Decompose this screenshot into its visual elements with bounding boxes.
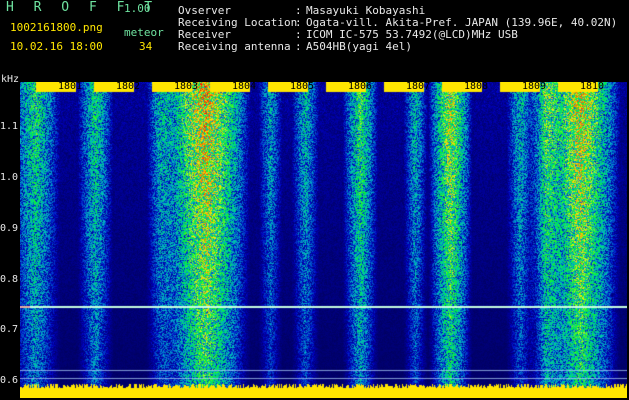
app-version: 1.00 [124,2,151,15]
meteor-label: meteor [124,26,164,39]
x-tick-label: 1805 [290,81,315,92]
x-tick-label: 1810 [580,81,605,92]
header-panel: H R O F F T 1.00 1002161800.png meteor 1… [0,0,629,78]
y-tick-label: 0.7 [0,324,19,335]
x-tick-label: 1803 [174,81,199,92]
x-tick-label: 1808 [464,81,489,92]
antenna-value: A504HB(yagi 4el) [306,40,412,53]
y-axis-unit: kHz [1,74,20,85]
x-tick-label: 1802 [116,81,141,92]
x-tick-label: 1806 [348,81,373,92]
image-filename: 1002161800.png [10,21,103,34]
x-tick-label: 1801 [58,81,83,92]
meteor-count: 34 [139,40,153,53]
y-tick-label: 0.8 [0,274,19,285]
spectrogram [20,82,627,398]
timestamp: 10.02.16 18:00 [10,40,103,53]
x-tick-label: 1809 [522,81,547,92]
antenna-label: Receiving antenna [178,40,291,53]
x-tick-label: 1804 [232,81,257,92]
y-tick-label: 0.9 [0,223,19,234]
y-tick-label: 1.0 [0,172,19,183]
y-tick-label: 0.6 [0,375,19,386]
y-tick-label: 1.1 [0,121,19,132]
antenna-colon: : [295,40,302,53]
x-tick-label: 1807 [406,81,431,92]
